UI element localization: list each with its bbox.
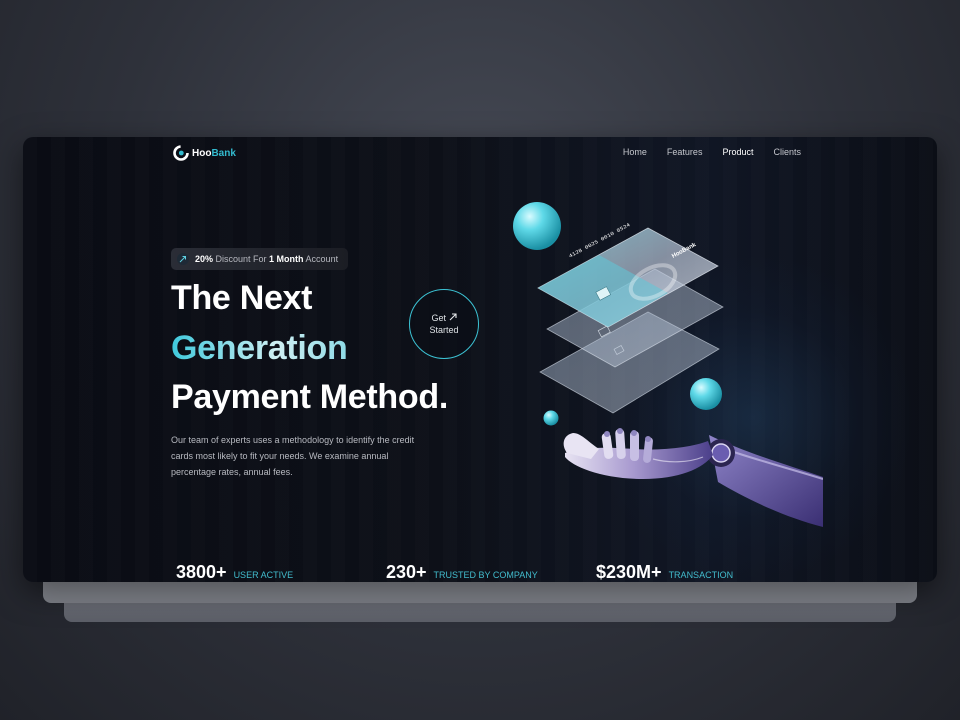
main-nav: Home Features Product Clients: [623, 147, 801, 157]
brand-name-part1: Hoo: [192, 147, 212, 159]
stat-label: TRANSACTION: [668, 570, 734, 580]
badge-text: Discount For: [213, 254, 270, 264]
nav-item-features[interactable]: Features: [667, 147, 703, 157]
decorative-sphere-medium: [690, 378, 722, 410]
stat-transactions: $230M+ TRANSACTION: [596, 562, 733, 582]
hero-title-line3: Payment Method.: [171, 378, 448, 416]
arrow-up-right-icon: [449, 313, 457, 321]
stat-value: $230M+: [596, 562, 662, 582]
stat-companies: 230+ TRUSTED BY COMPANY: [386, 562, 538, 582]
hero-description: Our team of experts uses a methodology t…: [171, 435, 415, 477]
stat-value: 3800+: [176, 562, 227, 582]
stat-value: 230+: [386, 562, 427, 582]
cta-label-line1: Get: [431, 313, 446, 323]
browser-frame: HooBank Home Features Product Clients 20…: [23, 137, 937, 582]
stat-users: 3800+ USER ACTIVE: [176, 562, 293, 582]
rocket-icon: [177, 253, 189, 265]
decorative-sphere-large: [513, 202, 561, 250]
brand-name-part2: Bank: [211, 147, 236, 159]
nav-item-home[interactable]: Home: [623, 147, 647, 157]
cta-label-line2: Started: [429, 325, 459, 335]
badge-bold-percent: 20%: [195, 254, 214, 264]
hero-illustration: 4128 0025 0010 8524 HooBank: [513, 202, 823, 527]
brand-logo[interactable]: HooBank: [173, 145, 236, 161]
hero-title-line2: Generation: [171, 329, 348, 367]
stat-label: TRUSTED BY COMPANY: [433, 570, 538, 580]
badge-bold-duration: 1 Month: [269, 254, 304, 264]
nav-item-product[interactable]: Product: [722, 147, 753, 157]
robotic-hand: [563, 428, 823, 527]
hero-title-line1: The Next: [171, 279, 313, 317]
badge-text-end: Account: [303, 254, 339, 264]
get-started-button[interactable]: Get Started: [409, 289, 479, 359]
hoobank-logo-icon: [173, 145, 189, 161]
stat-label: USER ACTIVE: [233, 570, 294, 580]
nav-item-clients[interactable]: Clients: [773, 147, 801, 157]
discount-badge: 20% Discount For 1 Month Account: [171, 248, 349, 270]
decorative-sphere-small: [543, 410, 559, 426]
